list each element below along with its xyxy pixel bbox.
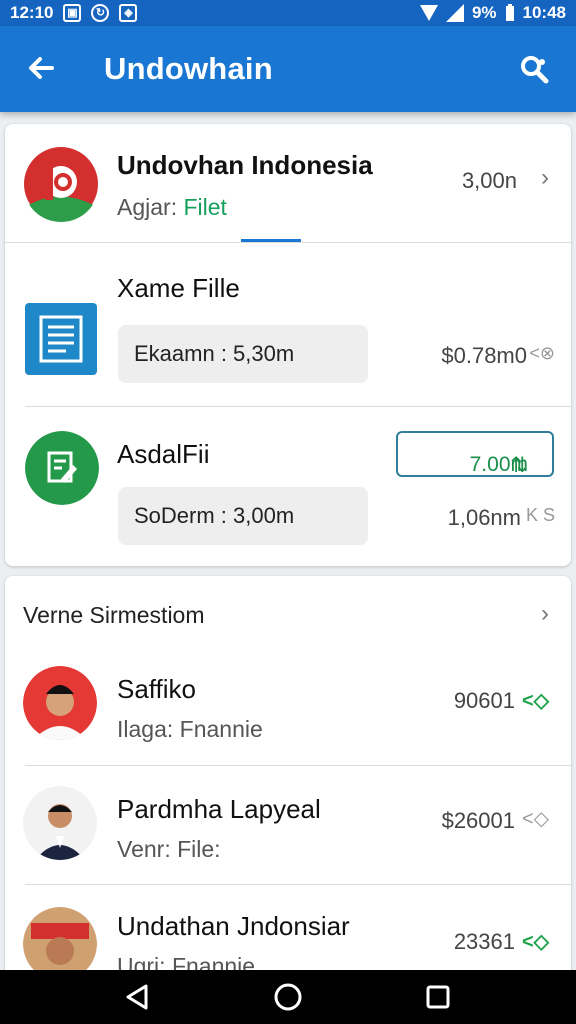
chevron-right-icon[interactable]: ›: [541, 164, 549, 192]
section-header[interactable]: Verne Sirmestiom ›: [5, 576, 571, 650]
system-nav-bar: [0, 970, 576, 1024]
status-time-left: 12:10: [10, 3, 54, 22]
sync-notification-icon: ↻: [91, 4, 110, 22]
item-detail-chip: Ekaamn : 5,30m: [118, 325, 368, 383]
diamond-arrow-icon[interactable]: <◇: [522, 688, 549, 713]
avatar: [23, 786, 97, 860]
photo-notification-icon: ▣: [63, 4, 82, 22]
card-header-row[interactable]: Undovhan Indonesia Agjar: Filet 3,00n ›: [5, 124, 571, 242]
edit-file-icon: [25, 431, 99, 505]
triangle-back-icon: [126, 984, 148, 1010]
list-item[interactable]: Xame Fille Ekaamn : 5,30m $0.78m0 <⊗: [5, 243, 571, 406]
document-icon: [25, 303, 97, 375]
item-detail-chip: SoDerm : 3,00m: [118, 487, 368, 545]
nav-back-button[interactable]: [122, 981, 154, 1013]
diamond-arrow-icon[interactable]: <◇: [522, 806, 549, 831]
wifi-icon: [419, 5, 438, 21]
signal-icon: [445, 4, 464, 22]
person-name: Pardmha Lapyeal: [117, 794, 321, 824]
item-detail: SoDerm : 3,00m: [134, 503, 295, 528]
chevron-right-icon[interactable]: ›: [541, 600, 549, 628]
item-detail: Ekaamn : 5,30m: [134, 341, 295, 366]
circle-home-icon: [274, 983, 302, 1011]
item-title: AsdalFii: [117, 439, 210, 469]
item-title: Xame Fille: [117, 273, 240, 303]
nav-home-button[interactable]: [272, 981, 304, 1013]
person-sub: Ilaga: Fnannie: [117, 716, 263, 742]
status-time-right: 10:48: [522, 3, 566, 22]
brand-logo-icon: [23, 146, 99, 222]
person-sub: Venr: File:: [117, 836, 221, 862]
list-item[interactable]: Saffiko Ilaga: Fnannie 90601 <◇: [5, 650, 571, 765]
search-icon: [521, 56, 549, 84]
person-name: Saffiko: [117, 674, 197, 704]
diamond-arrow-icon[interactable]: <◇: [522, 929, 549, 954]
battery-icon: [505, 4, 514, 21]
swap-icon[interactable]: K S: [526, 505, 555, 526]
value-button[interactable]: 7.00m ⇅: [396, 431, 554, 477]
status-bar: 12:10 ▣ ↻ ◈ 9% 10:48: [0, 0, 576, 26]
subtitle-value: Filet: [183, 194, 227, 220]
people-card: Verne Sirmestiom › Saffiko Ilaga: Fnanni…: [5, 576, 571, 976]
back-button[interactable]: [22, 48, 62, 88]
transfer-icon: ⇅: [510, 454, 528, 477]
swap-icon[interactable]: <⊗: [529, 343, 555, 364]
card-title: Undovhan Indonesia: [117, 150, 373, 180]
page-title: Undowhain: [104, 51, 273, 86]
section-title: Verne Sirmestiom: [23, 602, 205, 628]
battery-percent: 9%: [471, 3, 497, 22]
search-button[interactable]: [514, 50, 554, 90]
app-bar: Undowhain: [0, 26, 576, 112]
card-subtitle: Agjar: Filet: [117, 194, 227, 221]
item-amount: 1,06nm: [447, 505, 521, 530]
avatar: [23, 907, 97, 976]
app-notification-icon: ◈: [119, 4, 138, 22]
arrow-left-icon: [29, 57, 54, 79]
list-item[interactable]: Undathan Jndonsiar Ugri: Fnannie 23361 <…: [5, 885, 571, 976]
subtitle-label: Agjar:: [117, 194, 178, 220]
person-name: Undathan Jndonsiar: [117, 911, 350, 941]
person-amount: $26001: [441, 808, 515, 833]
person-amount: 23361: [453, 929, 515, 954]
list-item[interactable]: Pardmha Lapyeal Venr: File: $26001 <◇: [5, 766, 571, 884]
square-recent-icon: [426, 985, 450, 1009]
item-amount: $0.78m0: [441, 343, 527, 368]
person-amount: 90601: [453, 688, 515, 713]
avatar: [23, 666, 97, 740]
list-item[interactable]: AsdalFii 7.00m ⇅ SoDerm : 3,00m 1,06nm K…: [5, 407, 571, 566]
file-summary-card: Undovhan Indonesia Agjar: Filet 3,00n › …: [5, 124, 571, 566]
header-amount: 3,00n: [461, 168, 517, 193]
nav-recent-button[interactable]: [422, 981, 454, 1013]
